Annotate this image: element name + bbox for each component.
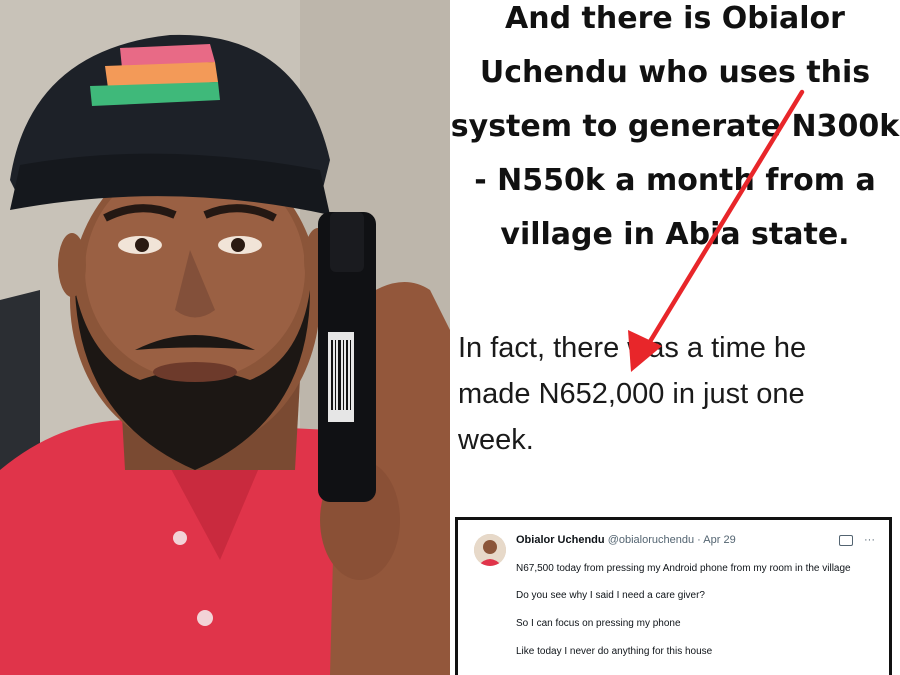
tweet-author-name[interactable]: Obialor Uchendu	[516, 534, 605, 546]
tweet-handle[interactable]: @obialoruchendu	[608, 534, 694, 546]
photo-panel	[0, 0, 450, 675]
headline-line: - N550k a month from a	[474, 163, 876, 198]
tweet-text-line: N67,500 today from pressing my Android p…	[516, 563, 851, 574]
tweet-text-line: So I can focus on pressing my phone	[516, 618, 681, 629]
headline-line: village in Abia state.	[500, 217, 850, 252]
body-line: made N652,000 in just one	[458, 378, 805, 410]
headline-line: And there is Obialor	[505, 1, 845, 36]
tweet-text-line: Like today I never do anything for this …	[516, 646, 713, 657]
more-icon[interactable]: ···	[864, 534, 875, 546]
tweet-card: Obialor Uchendu @obialoruchendu · Apr 29…	[455, 517, 892, 675]
tweet-date[interactable]: Apr 29	[703, 534, 735, 546]
tweet-header: Obialor Uchendu @obialoruchendu · Apr 29	[516, 534, 736, 546]
headline: And there is Obialor Uchendu who uses th…	[450, 0, 900, 262]
body-paragraph: In fact, there was a time he made N652,0…	[458, 325, 888, 463]
tweet-actions: ···	[838, 534, 875, 546]
headline-line: system to generate N300k	[450, 109, 900, 144]
body-line: In fact, there was a time he	[458, 332, 807, 364]
avatar	[474, 534, 506, 566]
body-line: week.	[458, 424, 534, 456]
tweet-separator: ·	[697, 534, 701, 546]
camera-icon[interactable]	[838, 534, 853, 546]
headline-line: Uchendu who uses this	[479, 55, 871, 90]
tweet-text-line: Do you see why I said I need a care give…	[516, 590, 705, 601]
person-photo	[0, 0, 450, 675]
